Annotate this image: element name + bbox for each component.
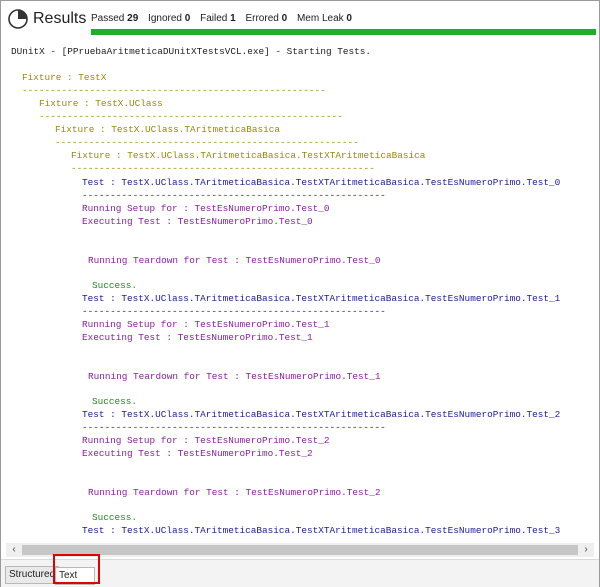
log-line: Running Teardown for Test : TestEsNumero…: [88, 255, 381, 266]
log-line: Running Teardown for Test : TestEsNumero…: [88, 487, 381, 498]
failed-label: Failed: [200, 13, 228, 24]
scroll-right-icon[interactable]: ›: [580, 543, 592, 557]
passed-label: Passed: [91, 13, 125, 24]
log-line: Test : TestX.UClass.TAritmeticaBasica.Te…: [82, 525, 561, 536]
log-line: Running Setup for : TestEsNumeroPrimo.Te…: [82, 319, 330, 330]
tab-structured[interactable]: Structured: [5, 566, 60, 584]
scrollbar-thumb[interactable]: [22, 545, 578, 555]
annotation-highlight-box: [53, 554, 100, 584]
log-line: ----------------------------------------…: [82, 422, 386, 433]
log-line: ----------------------------------------…: [39, 111, 343, 122]
log-line: Executing Test : TestEsNumeroPrimo.Test_…: [82, 216, 313, 227]
stats-summary: Passed 29 Ignored 0 Failed 1 Errored 0 M…: [91, 13, 359, 24]
log-line: Executing Test : TestEsNumeroPrimo.Test_…: [82, 332, 313, 343]
passed-count: 29: [127, 13, 139, 24]
results-title: Results: [33, 10, 87, 27]
log-line: Executing Test : TestEsNumeroPrimo.Test_…: [82, 448, 313, 459]
memleak-count: 0: [346, 13, 352, 24]
test-log-text[interactable]: DUnitX - [PPruebaAritmeticaDUnitXTestsVC…: [4, 41, 594, 541]
test-progress-bar: [91, 29, 596, 35]
ignored-label: Ignored: [148, 13, 182, 24]
log-line: Success.: [92, 280, 138, 291]
errored-label: Errored: [245, 13, 279, 24]
log-line: ----------------------------------------…: [82, 306, 386, 317]
log-line: Running Teardown for Test : TestEsNumero…: [88, 371, 381, 382]
memleak-label: Mem Leak: [296, 13, 344, 24]
results-header: Results Passed 29 Ignored 0 Failed 1 Err…: [1, 1, 599, 37]
results-pie-icon: [8, 9, 28, 29]
failed-count: 1: [230, 13, 236, 24]
results-window: Results Passed 29 Ignored 0 Failed 1 Err…: [0, 0, 600, 587]
log-line: Fixture : TestX.UClass.TAritmeticaBasica: [55, 124, 281, 135]
log-line: Fixture : TestX.UClass.TAritmeticaBasica…: [71, 150, 426, 161]
log-line: Success.: [92, 396, 138, 407]
test-progress-fill: [91, 29, 596, 35]
log-line: Running Setup for : TestEsNumeroPrimo.Te…: [82, 203, 330, 214]
log-line: ----------------------------------------…: [55, 137, 359, 148]
log-line: Test : TestX.UClass.TAritmeticaBasica.Te…: [82, 293, 561, 304]
log-line: ----------------------------------------…: [22, 85, 326, 96]
errored-count: 0: [281, 13, 288, 24]
ignored-count: 0: [184, 13, 191, 24]
log-line: DUnitX - [PPruebaAritmeticaDUnitXTestsVC…: [11, 46, 372, 57]
log-line: Success.: [92, 512, 138, 523]
log-line: Test : TestX.UClass.TAritmeticaBasica.Te…: [82, 409, 561, 420]
log-line: Fixture : TestX.UClass: [39, 98, 163, 109]
log-line: ----------------------------------------…: [82, 190, 386, 201]
log-line: Fixture : TestX: [22, 72, 107, 83]
log-line: Running Setup for : TestEsNumeroPrimo.Te…: [82, 435, 330, 446]
log-line: ----------------------------------------…: [71, 163, 375, 174]
log-line: Test : TestX.UClass.TAritmeticaBasica.Te…: [82, 177, 561, 188]
scroll-left-icon[interactable]: ‹: [8, 543, 20, 557]
